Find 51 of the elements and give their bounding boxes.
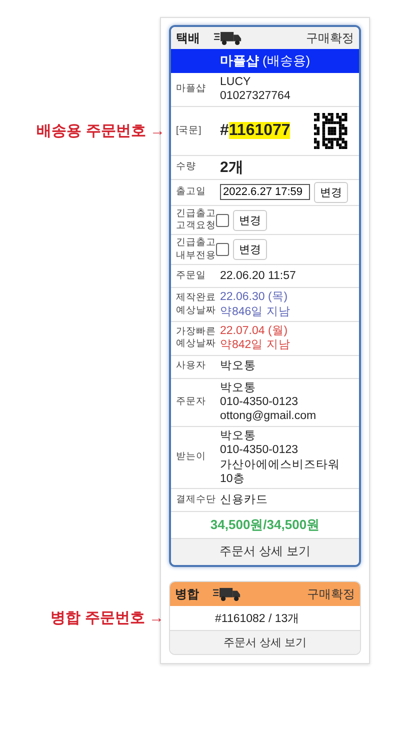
field-value: 박오통 [220,428,257,444]
field-label: 사용자 [176,360,207,373]
field-label: 주문자 [176,396,207,408]
urgent-checkbox[interactable] [216,243,229,256]
field-value: 22.06.20 11:57 [220,268,296,284]
field-label: 긴급출고 내부전용 [176,237,216,262]
estimate-value: 약842일 지남 [220,338,290,353]
payment-total: 34,500원/34,500원 [210,516,320,534]
truck-icon [214,30,242,46]
field-label: 주문일 [176,270,207,282]
shop-title: 마플샵 (배송용) [171,49,359,73]
field-label: 수량 [176,161,197,174]
change-button[interactable]: 변경 [233,210,267,231]
qr-code-icon [314,112,350,149]
estimate-value: 22.06.30 (목) [220,290,289,304]
quantity-value: 2개 [220,158,244,177]
delivery-type: 병합 [175,586,199,603]
annotation-label: 병합 주문번호 → [50,608,164,628]
order-detail-button[interactable]: 주문서 상세 보기 [171,539,359,566]
field-value: 박오통 [220,380,257,395]
order-status: 구매확정 [307,586,355,603]
field-label: 가장빠른 예상날짜 [176,326,216,351]
field-value: 박오통 [220,359,256,374]
annotation-label: 배송용 주문번호 → [36,121,165,140]
field-value: 가산아에에스비즈타워 [220,458,340,472]
field-label: 받는이 [176,451,207,464]
field-label: 마플샵 [176,83,207,96]
truck-icon [213,586,241,602]
merged-order-number: #1161082 / 13개 [215,612,300,626]
field-value: LUCY [220,75,252,90]
field-value: 10층 [220,472,246,486]
order-detail-button[interactable]: 주문서 상세 보기 [170,630,360,654]
order-status: 구매확정 [306,30,354,46]
order-number: #1161077 [220,122,290,140]
field-value: 01027327764 [220,89,290,104]
ship-date-field[interactable]: 2022.6.27 17:59 [220,184,310,200]
change-button[interactable]: 변경 [233,239,267,260]
field-label: 출고일 [176,186,207,198]
estimate-value: 22.07.04 (월) [220,324,289,338]
urgent-checkbox[interactable] [216,214,229,227]
field-label: [국문] [176,124,202,137]
field-value: 010-4350-0123 [220,443,300,458]
field-value: ottong@gmail.com [220,409,316,424]
field-label: 제작완료 예상날짜 [176,292,216,317]
field-value: 010-4350-0123 [220,395,300,410]
field-label: 결제수단 [176,494,216,506]
field-label: 긴급출고 고객요청 [176,208,216,232]
estimate-value: 약846일 지남 [220,304,290,319]
delivery-type: 택배 [176,30,200,46]
field-value: 신용카드 [220,493,268,508]
change-button[interactable]: 변경 [314,182,348,203]
